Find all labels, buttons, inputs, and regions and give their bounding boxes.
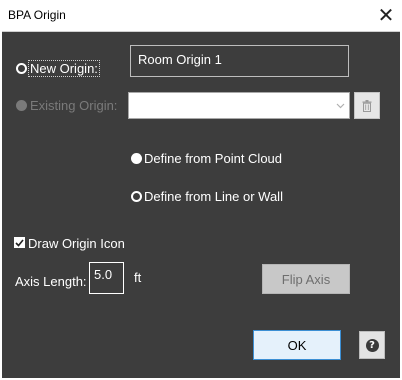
flip-axis-button[interactable]: Flip Axis	[262, 264, 350, 294]
close-icon: ✕	[377, 4, 395, 27]
define-point-cloud-label[interactable]: Define from Point Cloud	[144, 151, 282, 166]
trash-icon	[362, 99, 372, 112]
help-icon: ?	[365, 338, 379, 352]
window-title: BPA Origin	[8, 8, 66, 22]
new-origin-radio[interactable]	[16, 63, 27, 74]
draw-origin-icon-checkbox[interactable]	[14, 237, 25, 248]
draw-origin-icon-label[interactable]: Draw Origin Icon	[28, 236, 125, 251]
axis-unit-label: ft	[134, 270, 142, 285]
delete-origin-button[interactable]	[354, 92, 380, 119]
close-button[interactable]: ✕	[370, 0, 402, 31]
new-origin-label[interactable]: New Origin:	[28, 60, 100, 77]
define-line-wall-radio[interactable]	[131, 191, 142, 202]
existing-origin-radio[interactable]	[16, 100, 27, 111]
new-origin-name-input[interactable]: Room Origin 1	[130, 45, 349, 77]
axis-length-label: Axis Length:	[15, 274, 87, 289]
existing-origin-dropdown[interactable]	[128, 92, 350, 119]
help-button[interactable]: ?	[359, 331, 385, 359]
checkmark-icon	[15, 238, 24, 247]
axis-length-input[interactable]: 5.0	[89, 262, 124, 294]
ok-button[interactable]: OK	[253, 330, 341, 360]
existing-origin-label: Existing Origin:	[30, 98, 118, 113]
chevron-down-icon[interactable]	[332, 93, 349, 118]
define-point-cloud-radio[interactable]	[131, 153, 142, 164]
define-line-wall-label[interactable]: Define from Line or Wall	[144, 189, 283, 204]
window-border-left	[0, 31, 2, 380]
title-bar: BPA Origin ✕	[0, 0, 402, 32]
